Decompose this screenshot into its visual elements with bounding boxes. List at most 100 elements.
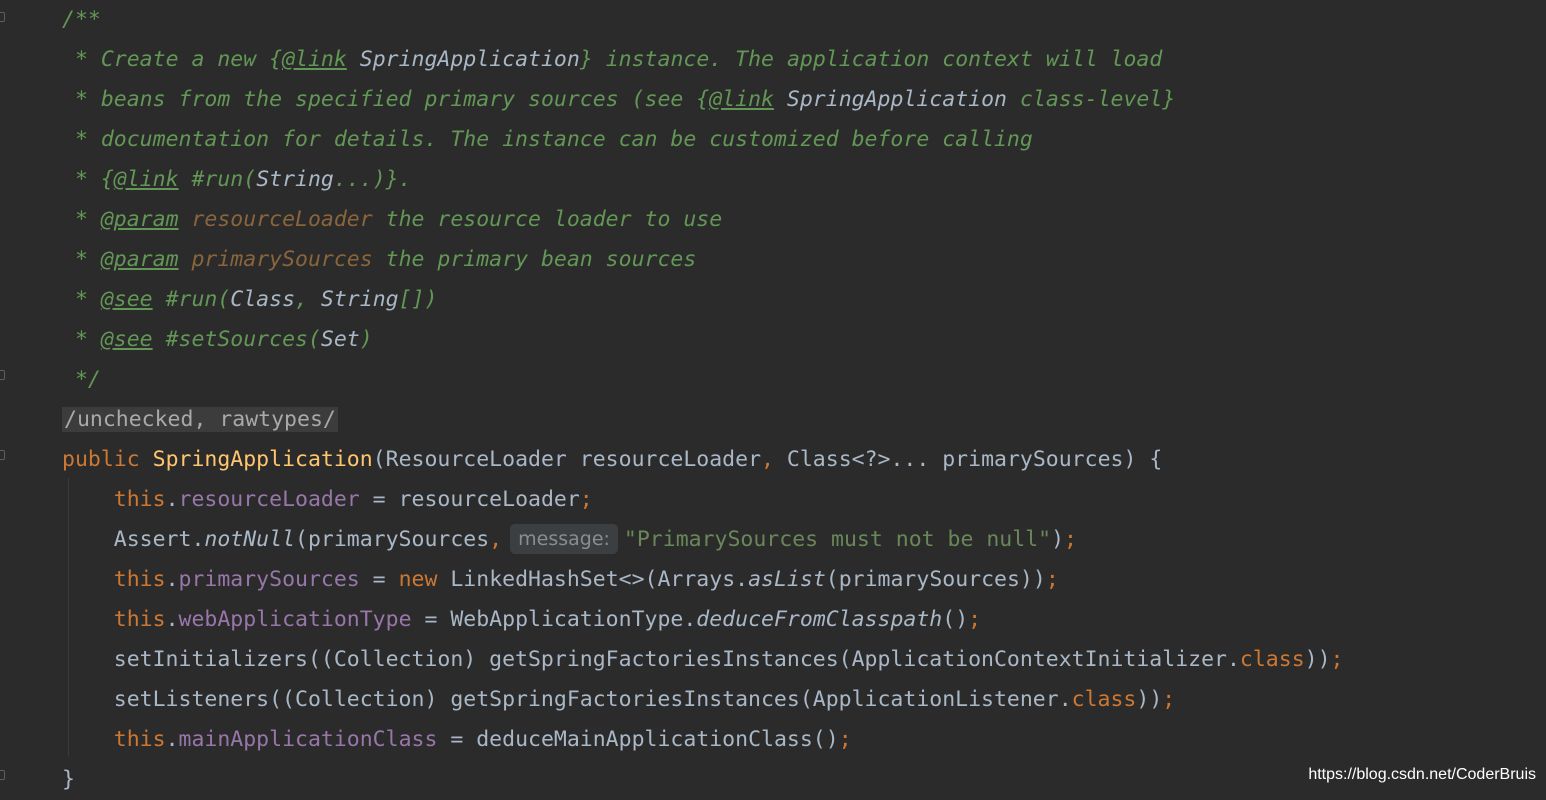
field-reference[interactable]: primarySources <box>179 567 360 592</box>
punctuation-semicolon: ; <box>1045 567 1059 592</box>
body-line-4: this.webApplicationType = WebApplication… <box>62 600 1546 640</box>
code-text: = resourceLoader <box>359 487 580 512</box>
code-text: = WebApplicationType. <box>411 607 697 632</box>
watermark-url: https://blog.csdn.net/CoderBruis <box>1308 766 1536 783</box>
code-text: (primarySources <box>295 527 490 552</box>
javadoc-class-ref[interactable]: String <box>256 167 334 192</box>
code-text: )) <box>1304 647 1331 672</box>
static-method-call[interactable]: deduceFromClasspath <box>696 607 942 632</box>
field-reference[interactable]: resourceLoader <box>179 487 360 512</box>
punctuation-semicolon: ; <box>838 727 852 752</box>
javadoc-link-tag[interactable]: @link <box>114 167 179 192</box>
fold-marker-icon[interactable] <box>0 12 5 22</box>
javadoc-text: ) <box>359 327 373 352</box>
fold-marker-icon[interactable] <box>0 770 5 780</box>
javadoc-line-1: * Create a new {@link SpringApplication}… <box>62 40 1546 80</box>
method-call[interactable]: setInitializers((Collection) getSpringFa… <box>114 647 1240 672</box>
field-reference[interactable]: webApplicationType <box>179 607 412 632</box>
code-content[interactable]: /** * Create a new {@link SpringApplicat… <box>62 0 1546 800</box>
javadoc-star: * <box>62 127 101 152</box>
code-dot: . <box>165 607 179 632</box>
field-reference[interactable]: mainApplicationClass <box>179 727 438 752</box>
javadoc-text: beans from the specified primary sources… <box>100 87 697 112</box>
javadoc-open-line: /** <box>62 0 1546 40</box>
javadoc-text: , <box>295 287 321 312</box>
javadoc-class-ref[interactable]: String <box>321 287 399 312</box>
code-text: = <box>359 567 399 592</box>
static-method-call[interactable]: notNull <box>204 527 295 552</box>
constructor-name[interactable]: SpringApplication <box>153 447 373 472</box>
javadoc-space <box>347 47 360 72</box>
javadoc-line-3: * documentation for details. The instanc… <box>62 120 1546 160</box>
punctuation-semicolon: ; <box>968 607 982 632</box>
folded-annotation[interactable]: /unchecked, rawtypes/ <box>62 407 338 432</box>
code-text: Assert. <box>113 527 205 552</box>
javadoc-text: class-level} <box>1006 87 1176 112</box>
javadoc-link-tag[interactable]: @link <box>709 87 774 112</box>
javadoc-link-tag[interactable]: @link <box>282 47 347 72</box>
keyword-public: public <box>62 447 140 472</box>
javadoc-class-ref[interactable]: Set <box>321 327 360 352</box>
punctuation-semicolon: ; <box>1064 527 1077 552</box>
punctuation-semicolon: ; <box>1330 647 1344 672</box>
keyword-this: this <box>113 607 166 632</box>
javadoc-class-ref[interactable]: SpringApplication <box>360 47 580 72</box>
javadoc-close-line: */ <box>62 360 1546 400</box>
javadoc-text: the resource loader to use <box>372 207 723 232</box>
javadoc-text: []) <box>398 287 438 312</box>
javadoc-star: * <box>62 207 101 232</box>
parameter-name-hint: message: <box>510 524 618 554</box>
javadoc-param-name[interactable]: resourceLoader <box>191 207 372 232</box>
code-text: ) <box>1051 527 1065 552</box>
javadoc-space <box>774 87 787 112</box>
javadoc-see-tag[interactable]: @see <box>101 287 153 312</box>
code-dot: . <box>165 567 179 592</box>
closing-brace: } <box>62 767 75 792</box>
punctuation-semicolon: ; <box>1162 687 1176 712</box>
code-text: )) <box>1136 687 1163 712</box>
code-text: () <box>942 607 969 632</box>
javadoc-method-ref[interactable]: #setSources( <box>153 327 321 352</box>
javadoc-see-tag[interactable]: @see <box>101 327 153 352</box>
javadoc-class-ref[interactable]: SpringApplication <box>787 87 1007 112</box>
javadoc-class-ref[interactable]: Class <box>230 287 295 312</box>
body-line-6: setListeners((Collection) getSpringFacto… <box>62 680 1546 720</box>
constructor-signature-line: public SpringApplication(ResourceLoader … <box>62 440 1546 480</box>
fold-marker-icon[interactable] <box>0 370 5 380</box>
javadoc-method-ref[interactable]: #run( <box>153 287 231 312</box>
javadoc-star: * <box>62 167 101 192</box>
keyword-this: this <box>113 487 166 512</box>
static-method-call[interactable]: asList <box>748 567 826 592</box>
punctuation-comma: , <box>489 527 503 552</box>
constructor-params: Class<?>... primarySources) { <box>773 447 1163 472</box>
string-literal: "PrimarySources must not be null" <box>623 527 1052 552</box>
javadoc-star: * <box>62 87 101 112</box>
method-call[interactable]: setListeners((Collection) getSpringFacto… <box>114 687 1072 712</box>
javadoc-line-2: * beans from the specified primary sourc… <box>62 80 1546 120</box>
punctuation-semicolon: ; <box>579 487 593 512</box>
javadoc-text: { <box>696 87 710 112</box>
code-editor[interactable]: /** * Create a new {@link SpringApplicat… <box>0 0 1546 794</box>
editor-gutter <box>0 0 14 794</box>
body-line-3: this.primarySources = new LinkedHashSet<… <box>62 560 1546 600</box>
javadoc-text: Create a new <box>100 47 270 72</box>
javadoc-param-tag[interactable]: @param <box>101 247 179 272</box>
code-dot: . <box>165 727 179 752</box>
javadoc-param-line-2: * @param primarySources the primary bean… <box>62 240 1546 280</box>
javadoc-line-4: * {@link #run(String...)}. <box>62 160 1546 200</box>
javadoc-space <box>179 247 192 272</box>
javadoc-param-name[interactable]: primarySources <box>191 247 372 272</box>
javadoc-param-tag[interactable]: @param <box>101 207 179 232</box>
suppress-warnings-line: /unchecked, rawtypes/ <box>62 400 1546 440</box>
javadoc-space <box>179 207 192 232</box>
javadoc-text: } <box>579 47 593 72</box>
fold-marker-icon[interactable] <box>0 450 5 460</box>
javadoc-text: ...)}. <box>333 167 412 192</box>
javadoc-see-line-2: * @see #setSources(Set) <box>62 320 1546 360</box>
javadoc-method-ref[interactable]: #run( <box>179 167 256 192</box>
